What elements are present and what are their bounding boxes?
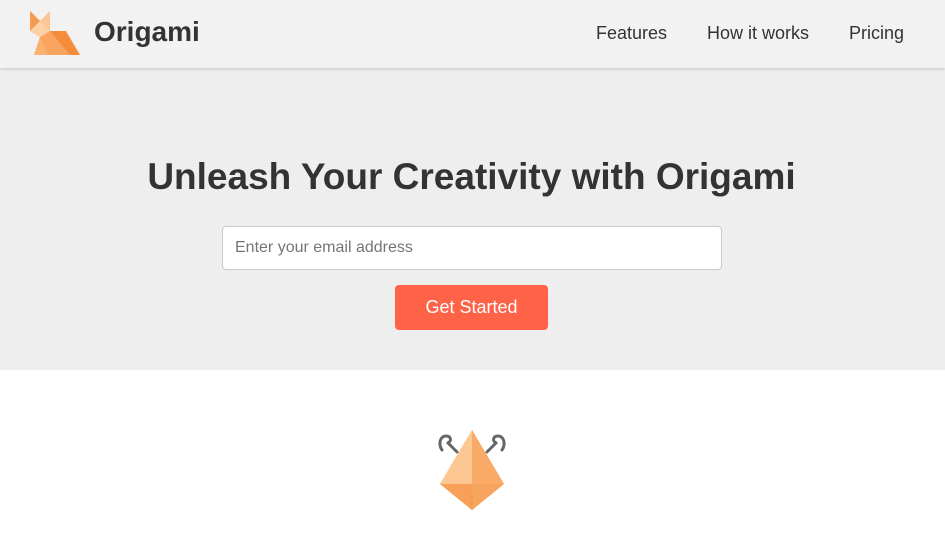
hero-section: Unleash Your Creativity with Origami Get…	[0, 68, 945, 370]
origami-fox-icon[interactable]	[28, 9, 80, 57]
site-header: Origami Features How it works Pricing	[0, 0, 945, 68]
illustration-svg	[438, 430, 506, 510]
nav-link-pricing[interactable]: Pricing	[849, 22, 904, 44]
nav-link-how-it-works[interactable]: How it works	[707, 22, 809, 44]
logo-svg	[30, 11, 80, 55]
email-input[interactable]	[222, 226, 722, 270]
nav-link-features[interactable]: Features	[596, 22, 667, 44]
origami-crane-icon	[436, 428, 508, 514]
get-started-button[interactable]: Get Started	[395, 285, 548, 330]
brand-name[interactable]: Origami	[94, 15, 200, 49]
hero-title: Unleash Your Creativity with Origami	[147, 156, 796, 197]
